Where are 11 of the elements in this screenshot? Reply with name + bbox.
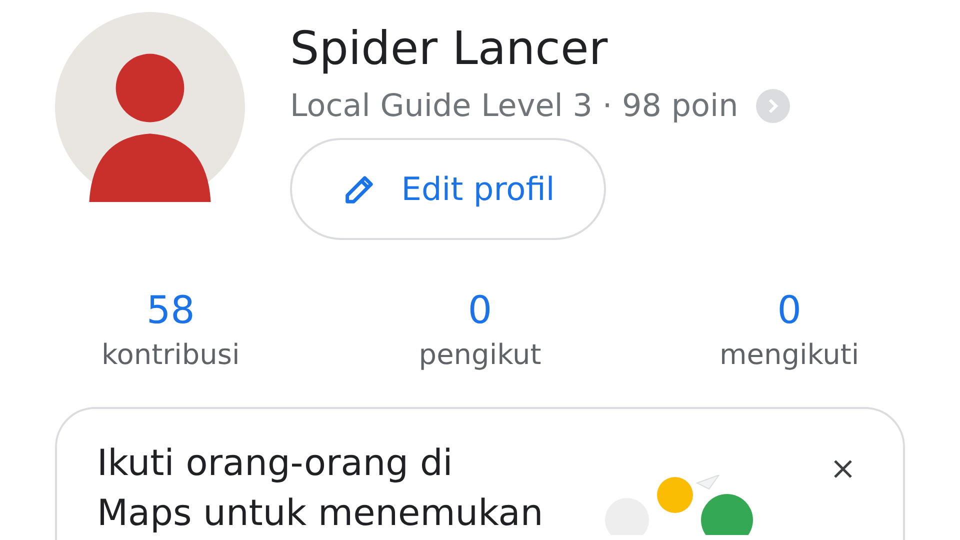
stat-value: 0 xyxy=(777,288,802,332)
edit-profile-button[interactable]: Edit profil xyxy=(290,138,606,240)
stat-value: 0 xyxy=(468,288,492,332)
card-text: Ikuti orang-orang di Maps untuk menemukan xyxy=(97,442,544,536)
stat-value: 58 xyxy=(146,288,195,332)
stat-label: pengikut xyxy=(418,338,542,371)
guide-level: Local Guide Level 3 · 98 poin xyxy=(290,88,738,124)
profile-name: Spider Lancer xyxy=(290,20,609,77)
stat-label: kontribusi xyxy=(102,338,240,371)
avatar-icon xyxy=(55,12,245,202)
stat-label: mengikuti xyxy=(719,338,860,371)
